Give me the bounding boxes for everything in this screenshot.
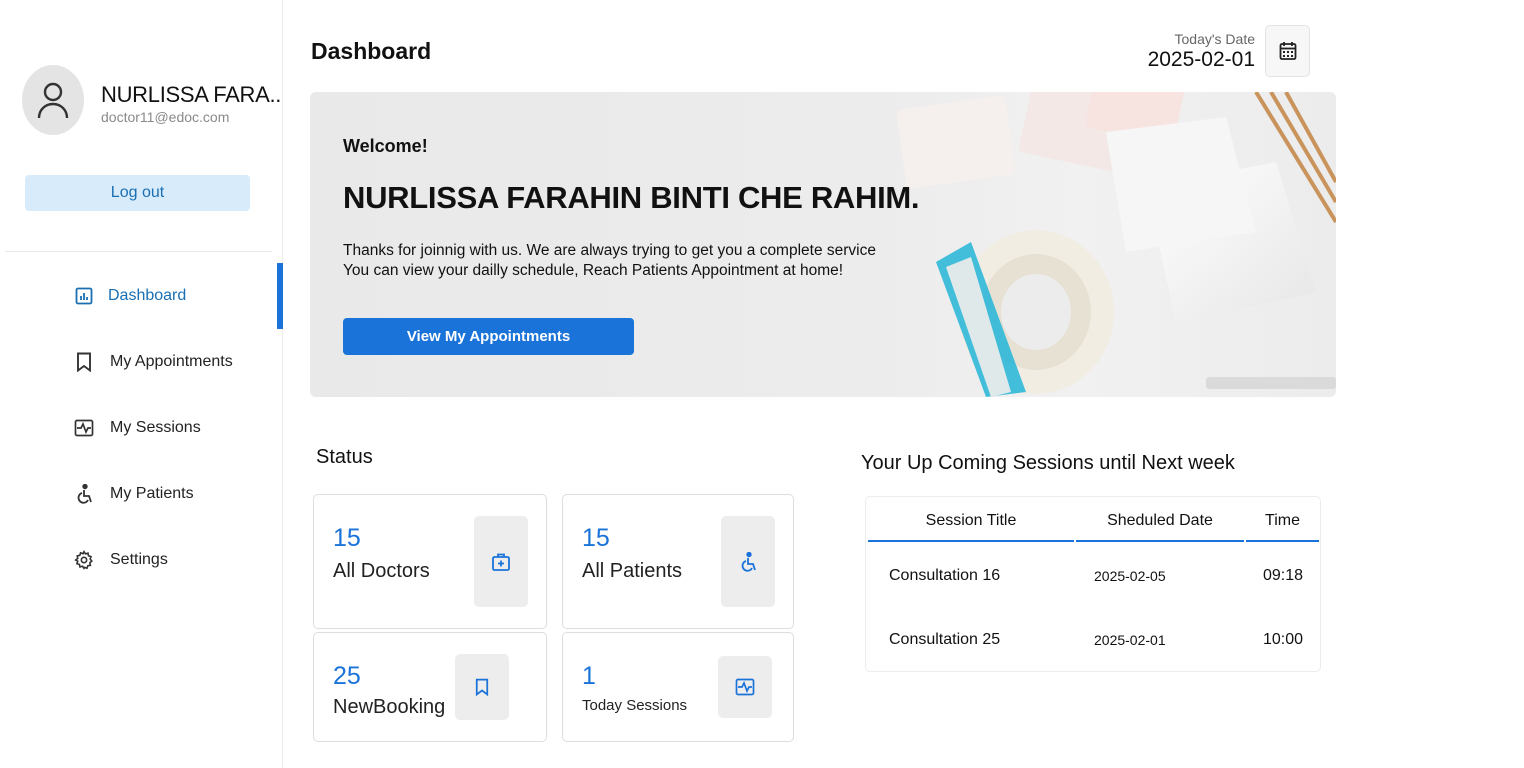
sidebar-item-dashboard[interactable]: Dashboard xyxy=(0,263,283,329)
view-appointments-button[interactable]: View My Appointments xyxy=(343,318,634,355)
column-header-title: Session Title xyxy=(925,512,1017,529)
stat-label: All Patients xyxy=(582,560,683,582)
wheelchair-icon xyxy=(74,484,94,504)
column-underline xyxy=(868,540,1074,542)
sidebar-item-label: My Patients xyxy=(110,485,194,502)
date-label: Today's Date xyxy=(1174,31,1256,47)
sidebar-item-label: Dashboard xyxy=(108,287,187,304)
banner-description: Thanks for joinnig with us. We are alway… xyxy=(343,241,876,281)
session-date-cell: 2025-02-05 xyxy=(1094,568,1166,584)
column-header-date: Sheduled Date xyxy=(1107,512,1213,529)
banner-line-1: Thanks for joinnig with us. We are alway… xyxy=(343,242,876,259)
stat-card-doctors[interactable]: 15 All Doctors xyxy=(313,494,547,629)
profile-name: NURLISSA FARA.. xyxy=(101,82,282,107)
user-icon xyxy=(37,82,69,119)
avatar xyxy=(22,65,84,135)
medical-supplies-image xyxy=(896,92,1336,397)
session-date-cell: 2025-02-01 xyxy=(1094,632,1166,648)
page-title: Dashboard xyxy=(311,38,432,64)
logout-button[interactable]: Log out xyxy=(25,175,250,211)
wheelchair-icon xyxy=(721,516,775,607)
sidebar: NURLISSA FARA.. doctor11@edoc.com Log ou… xyxy=(0,0,283,768)
sessions-icon xyxy=(718,656,772,718)
session-title-cell: Consultation 16 xyxy=(889,567,1001,584)
stat-label: All Doctors xyxy=(333,560,430,582)
calendar-icon xyxy=(1279,42,1296,60)
stat-card-sessions[interactable]: 1 Today Sessions xyxy=(562,632,794,742)
stat-number: 25 xyxy=(333,662,361,690)
column-underline xyxy=(1076,540,1244,542)
status-title: Status xyxy=(316,446,373,468)
profile-email: doctor11@edoc.com xyxy=(101,109,230,125)
stat-card-bookings[interactable]: 25 NewBooking xyxy=(313,632,547,742)
calendar-button[interactable] xyxy=(1265,25,1310,77)
sessions-title: Your Up Coming Sessions until Next week xyxy=(861,452,1235,474)
banner-line-2: You can view your dailly schedule, Reach… xyxy=(343,262,844,279)
doctor-name: NURLISSA FARAHIN BINTI CHE RAHIM. xyxy=(343,180,920,215)
app-root: NURLISSA FARA.. doctor11@edoc.com Log ou… xyxy=(0,0,1524,768)
sidebar-item-sessions[interactable]: My Sessions xyxy=(0,403,283,453)
sessions-table: Session Title Sheduled Date Time Consult… xyxy=(865,496,1321,672)
sidebar-item-label: My Appointments xyxy=(110,353,233,370)
active-indicator xyxy=(277,263,283,329)
welcome-banner: Welcome! NURLISSA FARAHIN BINTI CHE RAHI… xyxy=(310,92,1336,397)
sidebar-item-label: Settings xyxy=(110,551,168,568)
stat-card-patients[interactable]: 15 All Patients xyxy=(562,494,794,629)
column-header-time: Time xyxy=(1265,512,1300,529)
sidebar-item-patients[interactable]: My Patients xyxy=(0,469,283,519)
stat-number: 15 xyxy=(333,524,361,552)
stat-number: 15 xyxy=(582,524,610,552)
sessions-icon xyxy=(74,418,94,438)
session-title-cell: Consultation 25 xyxy=(889,631,1001,648)
dashboard-icon xyxy=(74,286,94,306)
column-underline xyxy=(1246,540,1319,542)
gear-icon xyxy=(74,550,94,570)
stat-number: 1 xyxy=(582,662,596,690)
medical-kit-icon xyxy=(474,516,528,607)
bookmark-icon xyxy=(74,352,94,372)
welcome-text: Welcome! xyxy=(343,136,428,156)
sidebar-divider xyxy=(5,251,272,252)
bookmark-icon xyxy=(455,654,509,720)
stat-label: Today Sessions xyxy=(582,697,688,714)
date-value: 2025-02-01 xyxy=(1147,48,1255,71)
stat-label: NewBooking xyxy=(333,696,446,718)
session-time-cell: 09:18 xyxy=(1263,567,1304,584)
session-time-cell: 10:00 xyxy=(1263,631,1304,648)
sidebar-item-appointments[interactable]: My Appointments xyxy=(0,337,283,387)
sidebar-item-settings[interactable]: Settings xyxy=(0,535,283,585)
sidebar-item-label: My Sessions xyxy=(110,419,201,436)
